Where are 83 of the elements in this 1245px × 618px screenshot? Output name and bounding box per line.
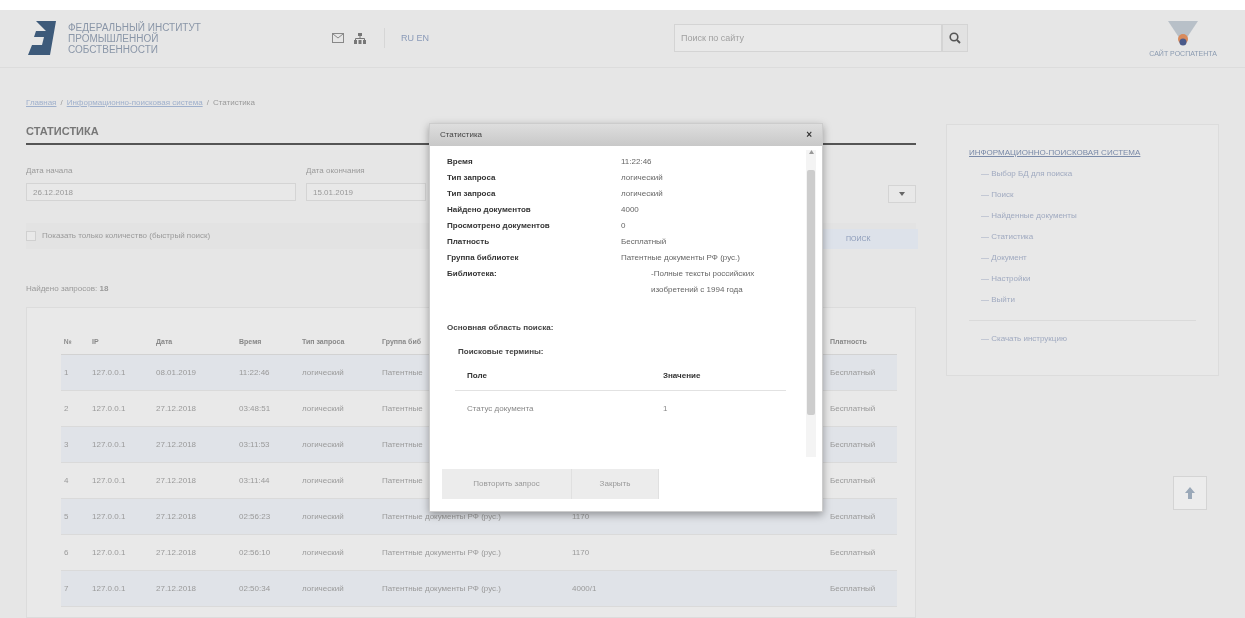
table-cell-text: логический (301, 366, 344, 379)
table-cell-text: 03:11:44 (238, 474, 270, 487)
column-header: Поле (467, 370, 488, 382)
table-cell-text: 02:56:23 (238, 510, 271, 523)
table-cell-text: 02:56:10 (238, 546, 271, 559)
table-cell-text: логический (301, 546, 344, 559)
table-cell-text: Статус документа (467, 403, 535, 415)
table-cell-text: Патентные документы РФ (рус.) (381, 546, 501, 559)
found-count: Найдено запросов: 18 (26, 283, 109, 295)
table-cell-text: Патентные (381, 474, 423, 487)
field-label: Найдено документов (447, 204, 532, 216)
field-label: Дата начала (26, 165, 74, 177)
table-cell-text: 127.0.0.1 (91, 438, 126, 451)
table-cell-text: 3 (63, 438, 69, 451)
table-cell-text: Бесплатный (829, 546, 876, 559)
table-cell-text: 5 (63, 510, 69, 523)
table-cell-text: 1170 (571, 510, 590, 523)
table-cell-text: Патентные документы РФ (рус.) (381, 582, 501, 595)
column-header: Значение (663, 370, 702, 382)
table-cell-text: 27.12.2018 (155, 510, 197, 523)
table-cell-text: 03:48:51 (238, 402, 271, 415)
field-label: Библиотека: (447, 268, 498, 280)
table-cell-text: Бесплатный (829, 438, 876, 451)
table-cell-text: 127.0.0.1 (91, 510, 126, 523)
table-cell-text: Бесплатный (829, 582, 876, 595)
table-cell-text: 27.12.2018 (155, 474, 197, 487)
field-label: Тип запроса (447, 188, 497, 200)
table-cell-text: Бесплатный (829, 402, 876, 415)
field-label: Тип запроса (447, 172, 497, 184)
field-value: -Полные тексты российских изобретений с 1994 года (651, 268, 756, 296)
field-value: Бесплатный (621, 236, 667, 248)
field-label: Время (447, 156, 474, 168)
table-cell-text: 1170 (571, 546, 590, 559)
table-cell-text: 1 (663, 403, 669, 415)
field-label: Группа библиотек (447, 252, 520, 264)
field-value: 11:22:46 (621, 156, 652, 168)
table-cell-text: 127.0.0.1 (91, 546, 126, 559)
logo-text: ФЕДЕРАЛЬНЫЙ ИНСТИТУТ ПРОМЫШЛЕННОЙ СОБСТВЕННОСТИ (68, 21, 202, 55)
table-cell-text: 03:11:53 (238, 438, 270, 451)
table-cell-text: 1 (63, 366, 69, 379)
table-cell-text: 27.12.2018 (155, 438, 197, 451)
table-cell-text: Бесплатный (829, 366, 876, 379)
table-cell-text: Бесплатный (829, 510, 876, 523)
field-label: Платность (447, 236, 491, 248)
section-title: Поисковые термины: (458, 346, 545, 358)
table-cell-text: 2 (63, 402, 69, 415)
table-cell-text: логический (301, 582, 344, 595)
table-cell-text: 02:50:34 (238, 582, 271, 595)
table-cell-text: Патентные (381, 438, 423, 451)
table-cell-text: 4000/1 (571, 582, 597, 595)
field-label: Дата окончания (306, 165, 366, 177)
table-cell-text: Бесплатный (829, 474, 876, 487)
table-cell-text: 127.0.0.1 (91, 474, 126, 487)
field-value: 4000 (621, 204, 639, 216)
breadcrumb-separator: / (60, 96, 63, 109)
field-value: логический (621, 188, 663, 200)
field-value: логический (621, 172, 663, 184)
table-cell-text: 7 (63, 582, 69, 595)
field-value: 0 (621, 220, 626, 232)
table-cell-text: 4 (63, 474, 69, 487)
table-cell-text: 127.0.0.1 (91, 582, 126, 595)
field-value: Патентные документы РФ (рус.) (621, 252, 740, 264)
breadcrumb-separator: / (206, 96, 209, 109)
table-cell-text: 08.01.2019 (155, 366, 197, 379)
field-label: Просмотрено документов (447, 220, 551, 232)
table-cell-text: логический (301, 402, 344, 415)
table-cell-text: 6 (63, 546, 69, 559)
table-cell-text: Патентные документы РФ (рус.) (381, 510, 501, 523)
dialog-title: Статистика (440, 129, 482, 141)
table-cell-text: Патентные (381, 402, 423, 415)
checkbox-label: Показать только количество (быстрый поиск) (42, 230, 211, 242)
table-cell-text: 127.0.0.1 (91, 402, 126, 415)
breadcrumb-current: Статистика (212, 96, 255, 109)
table-cell-text: Патентные (381, 366, 423, 379)
table-cell-text: 127.0.0.1 (91, 366, 126, 379)
table-cell-text: логический (301, 438, 344, 451)
table-cell-text: 11:22:46 (238, 366, 270, 379)
table-cell-text: логический (301, 510, 344, 523)
section-title: Основная область поиска: (447, 322, 555, 334)
table-cell-text: логический (301, 474, 344, 487)
table-cell-text: 27.12.2018 (155, 582, 197, 595)
table-cell-text: 27.12.2018 (155, 402, 197, 415)
table-cell-text: 27.12.2018 (155, 546, 197, 559)
